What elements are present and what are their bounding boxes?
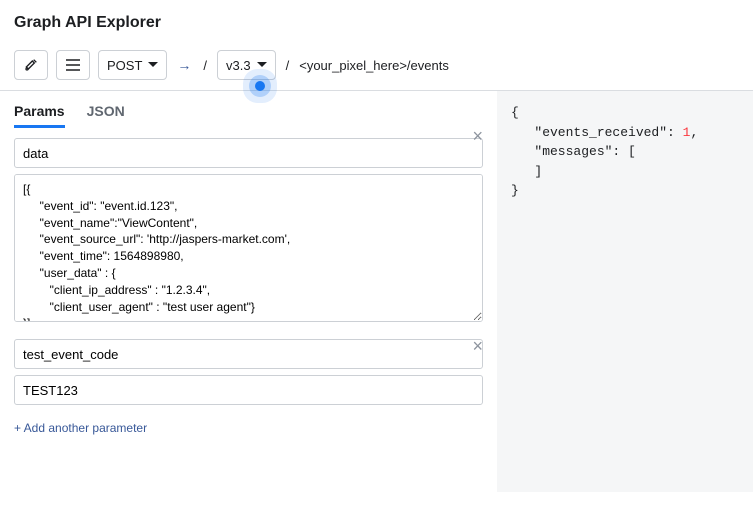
caret-down-icon bbox=[148, 62, 158, 68]
caret-down-icon bbox=[257, 62, 267, 68]
tools-button[interactable] bbox=[14, 50, 48, 80]
param-value-input[interactable] bbox=[14, 375, 483, 405]
version-dropdown[interactable]: v3.3 bbox=[217, 50, 276, 80]
response-json: { "events_received": 1, "messages": [ ] … bbox=[511, 103, 739, 201]
path-text[interactable]: <your_pixel_here>/events bbox=[299, 58, 449, 73]
param-value-textarea[interactable] bbox=[14, 174, 483, 322]
path-slash: / bbox=[201, 58, 209, 73]
tabs-row: Params JSON bbox=[14, 103, 483, 128]
toolbar: POST → / v3.3 / <your_pixel_here>/events bbox=[0, 42, 753, 91]
method-dropdown[interactable]: POST bbox=[98, 50, 167, 80]
content-area: Params JSON × × + Add another parameter … bbox=[0, 91, 753, 492]
close-icon[interactable]: × bbox=[472, 337, 483, 355]
page-title: Graph API Explorer bbox=[14, 14, 739, 32]
tab-params[interactable]: Params bbox=[14, 103, 65, 128]
wrench-icon bbox=[23, 57, 39, 73]
response-panel: { "events_received": 1, "messages": [ ] … bbox=[497, 91, 753, 492]
path-slash: / bbox=[284, 58, 292, 73]
left-panel: Params JSON × × + Add another parameter bbox=[0, 91, 497, 492]
page-header: Graph API Explorer bbox=[0, 0, 753, 42]
param-name-input[interactable] bbox=[14, 138, 483, 168]
arrow-icon: → bbox=[175, 57, 193, 73]
tab-json[interactable]: JSON bbox=[87, 103, 125, 128]
menu-button[interactable] bbox=[56, 50, 90, 80]
hamburger-icon bbox=[65, 58, 81, 72]
param-name-input[interactable] bbox=[14, 339, 483, 369]
add-parameter-link[interactable]: + Add another parameter bbox=[14, 421, 147, 435]
close-icon[interactable]: × bbox=[472, 127, 483, 145]
version-label: v3.3 bbox=[226, 58, 251, 73]
method-label: POST bbox=[107, 58, 142, 73]
highlight-dot bbox=[255, 81, 265, 91]
